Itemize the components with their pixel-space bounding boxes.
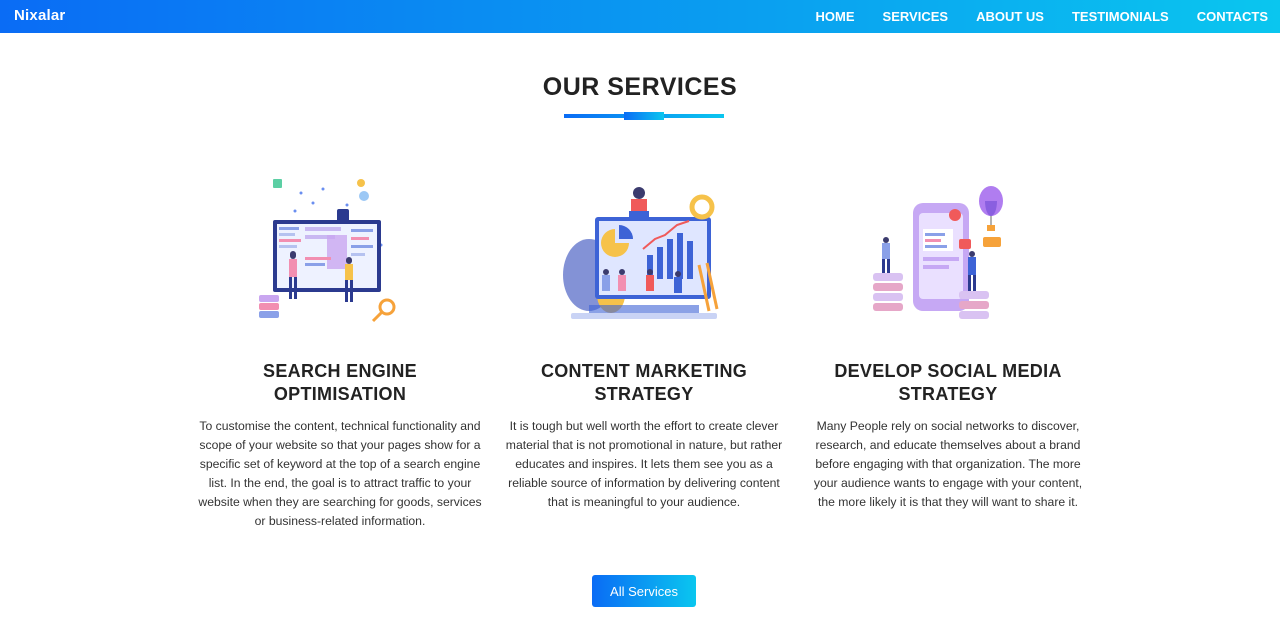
all-services-button[interactable]: All Services: [592, 575, 696, 607]
service-card-content-marketing: CONTENT MARKETING STRATEGY It is tough b…: [499, 165, 789, 512]
service-title-social-media-line2: STRATEGY: [898, 384, 998, 404]
service-title-content-marketing-line2: STRATEGY: [594, 384, 694, 404]
nav-home[interactable]: HOME: [816, 9, 855, 24]
social-media-illustration: [873, 186, 1003, 319]
service-title-social-media: DEVELOP SOCIAL MEDIA STRATEGY: [803, 360, 1093, 406]
nav-testimonials[interactable]: TESTIMONIALS: [1072, 9, 1169, 24]
nav-services[interactable]: SERVICES: [883, 9, 949, 24]
service-title-seo-line1: SEARCH ENGINE: [263, 361, 417, 381]
service-description-seo: To customise the content, technical func…: [198, 419, 482, 528]
section-title: OUR SERVICES: [542, 73, 738, 101]
service-card-seo: SEARCH ENGINE OPTIMISATION To customise …: [195, 165, 485, 531]
service-title-seo-line2: OPTIMISATION: [273, 384, 407, 404]
brand-logo[interactable]: Nixalar: [14, 7, 65, 24]
service-description-social-media: Many People rely on social networks to d…: [813, 419, 1083, 509]
content-marketing-illustration: [563, 187, 719, 319]
service-title-content-marketing-line1: CONTENT MARKETING: [540, 361, 748, 381]
service-description-content-marketing: It is tough but well worth the effort to…: [505, 419, 783, 509]
seo-illustration: [259, 179, 396, 323]
title-underline: [564, 112, 724, 120]
nav-contacts[interactable]: CONTACTS: [1197, 9, 1268, 24]
service-card-social-media: DEVELOP SOCIAL MEDIA STRATEGY Many Peopl…: [803, 165, 1093, 512]
nav-about-us[interactable]: ABOUT US: [976, 9, 1044, 24]
service-title-seo: SEARCH ENGINE OPTIMISATION: [195, 360, 485, 406]
service-title-social-media-line1: DEVELOP SOCIAL MEDIA: [834, 361, 1062, 381]
main-nav: HOME SERVICES ABOUT US TESTIMONIALS CONT…: [788, 0, 1268, 33]
service-title-content-marketing: CONTENT MARKETING STRATEGY: [499, 360, 789, 406]
navbar: Nixalar HOME SERVICES ABOUT US TESTIMONI…: [0, 0, 1280, 33]
